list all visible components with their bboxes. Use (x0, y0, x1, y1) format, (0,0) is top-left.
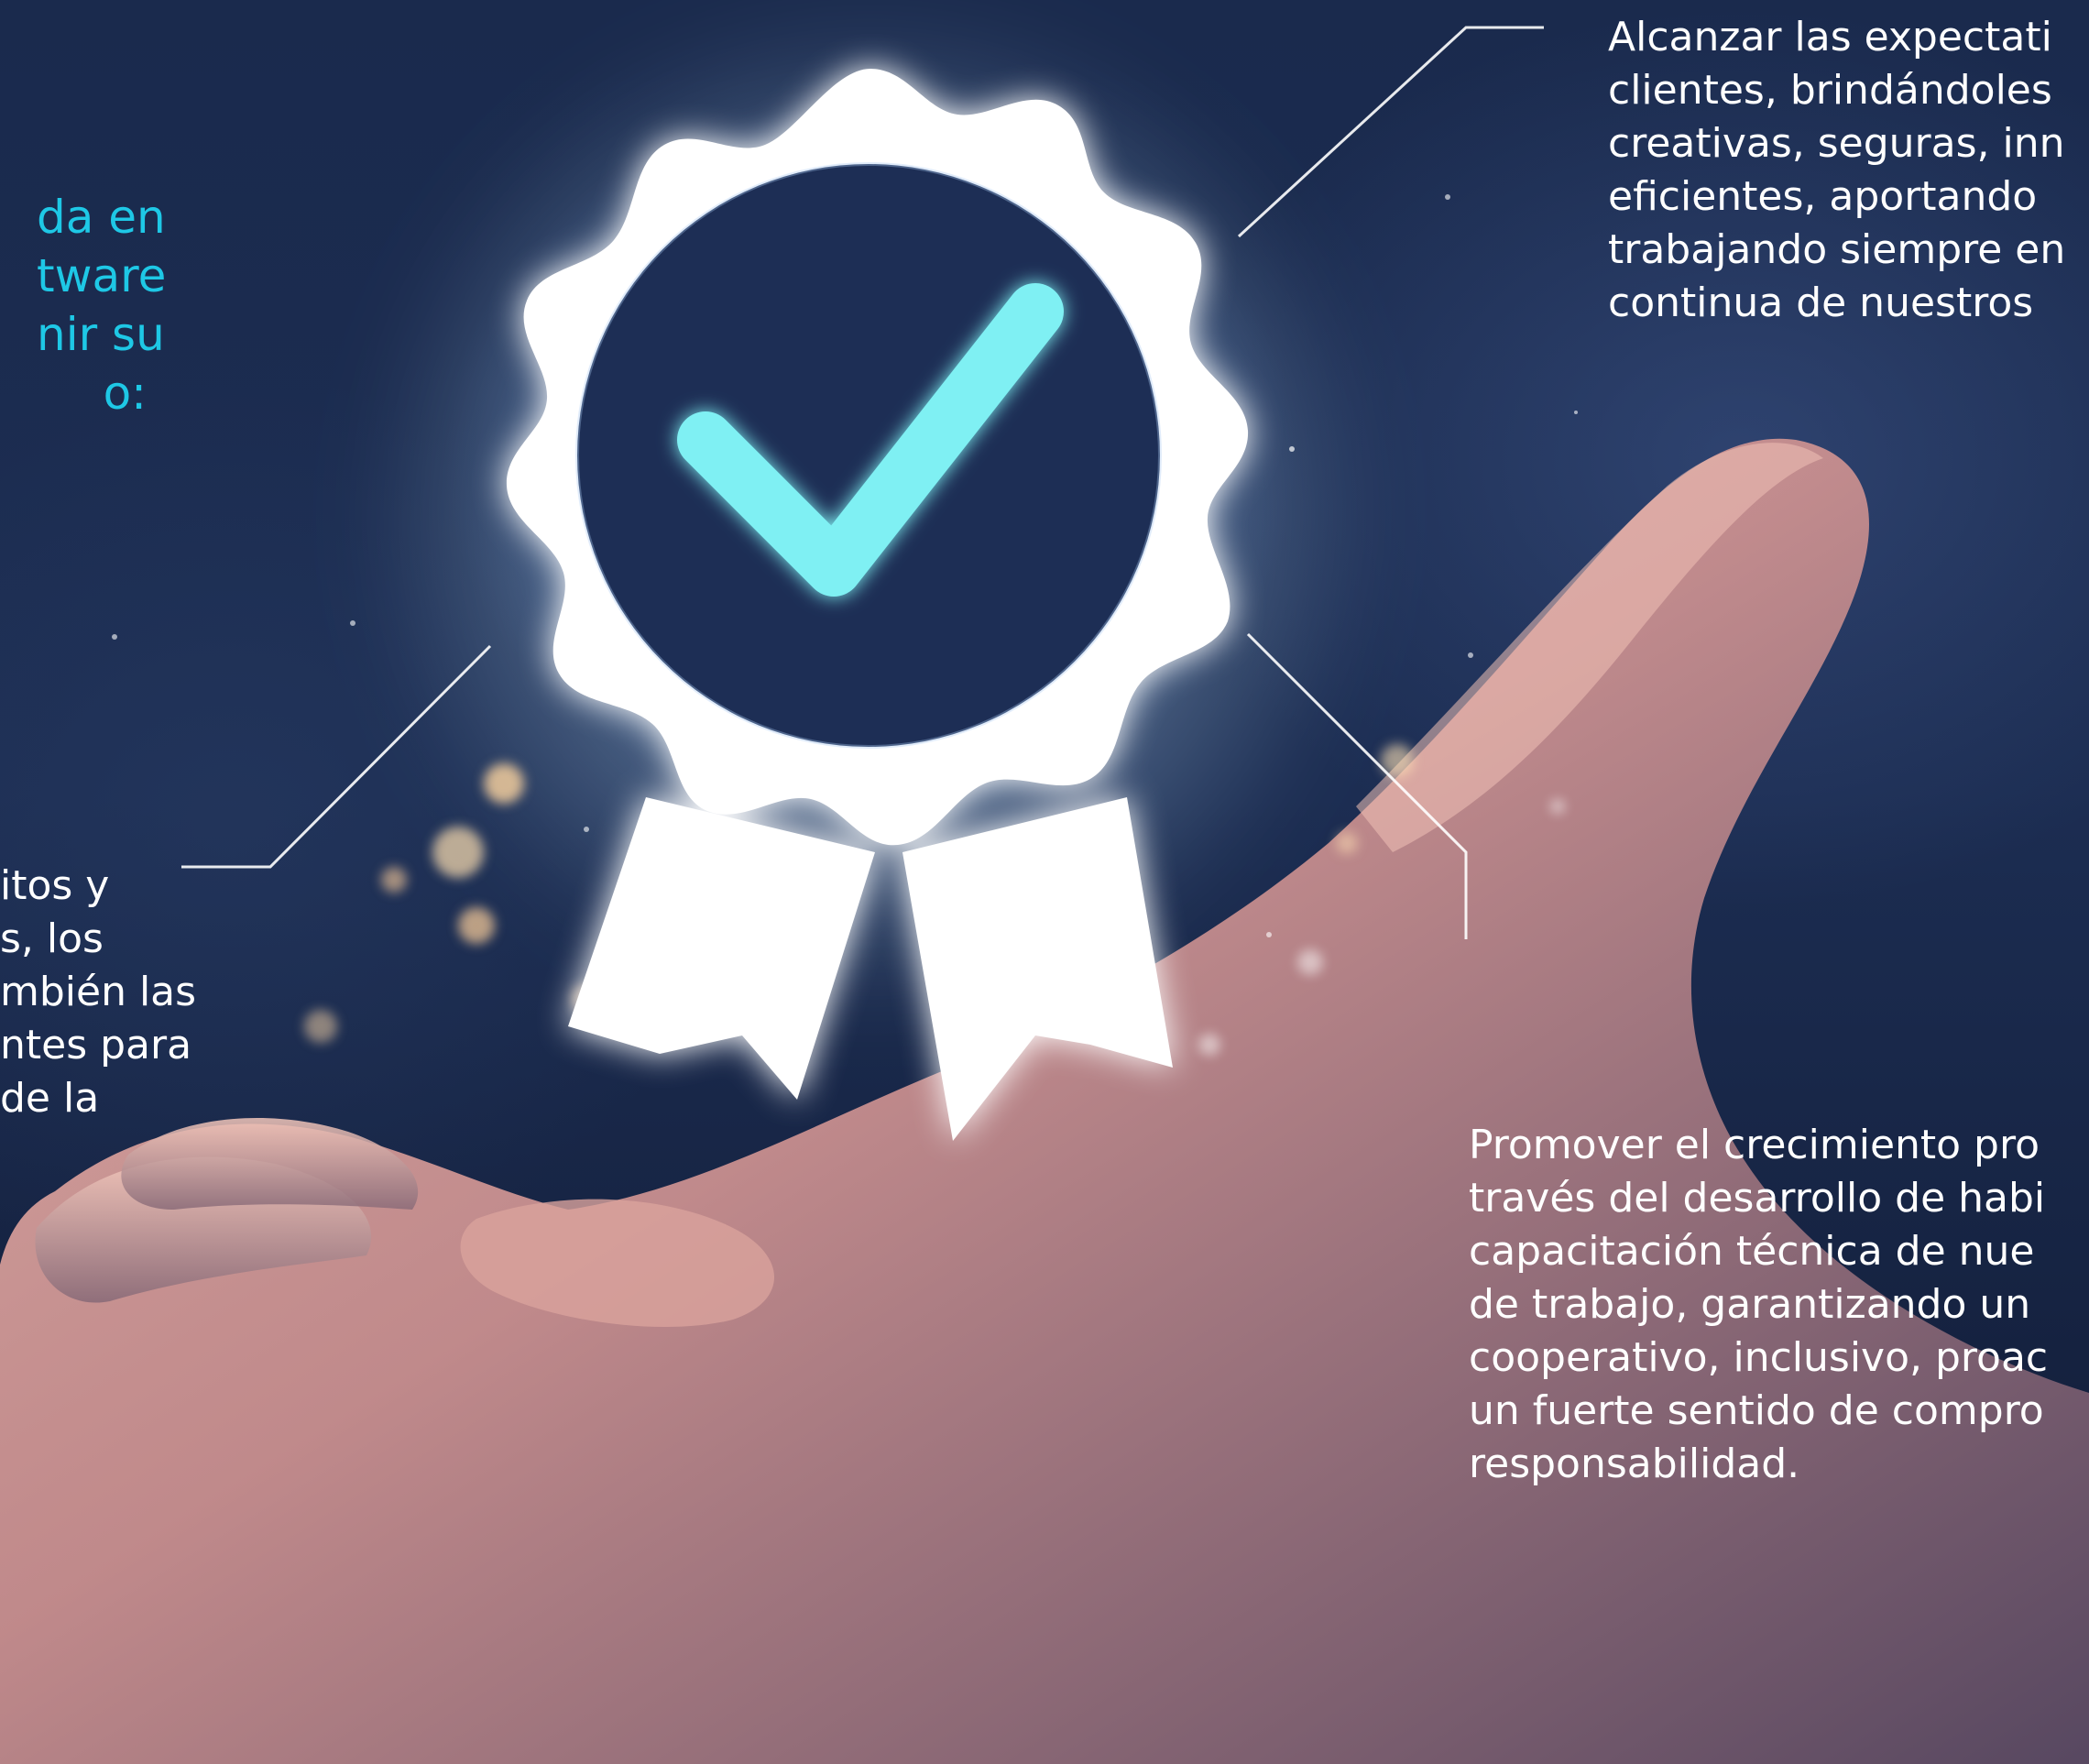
left-body-text: itos y s, los mbién las ntes para de la (0, 862, 197, 1122)
bottom-right-text: Promover el crecimiento pro través del d… (1469, 1122, 2049, 1487)
top-right-text: Alcanzar las expectati clientes, brindán… (1608, 14, 2066, 326)
badge-center (577, 164, 1160, 747)
connector-top-right (1237, 26, 1544, 238)
left-heading-text: da en tware nir su o: (37, 191, 167, 420)
background-scene: da en tware nir su o: itos y s, los mbié… (0, 0, 2089, 1764)
